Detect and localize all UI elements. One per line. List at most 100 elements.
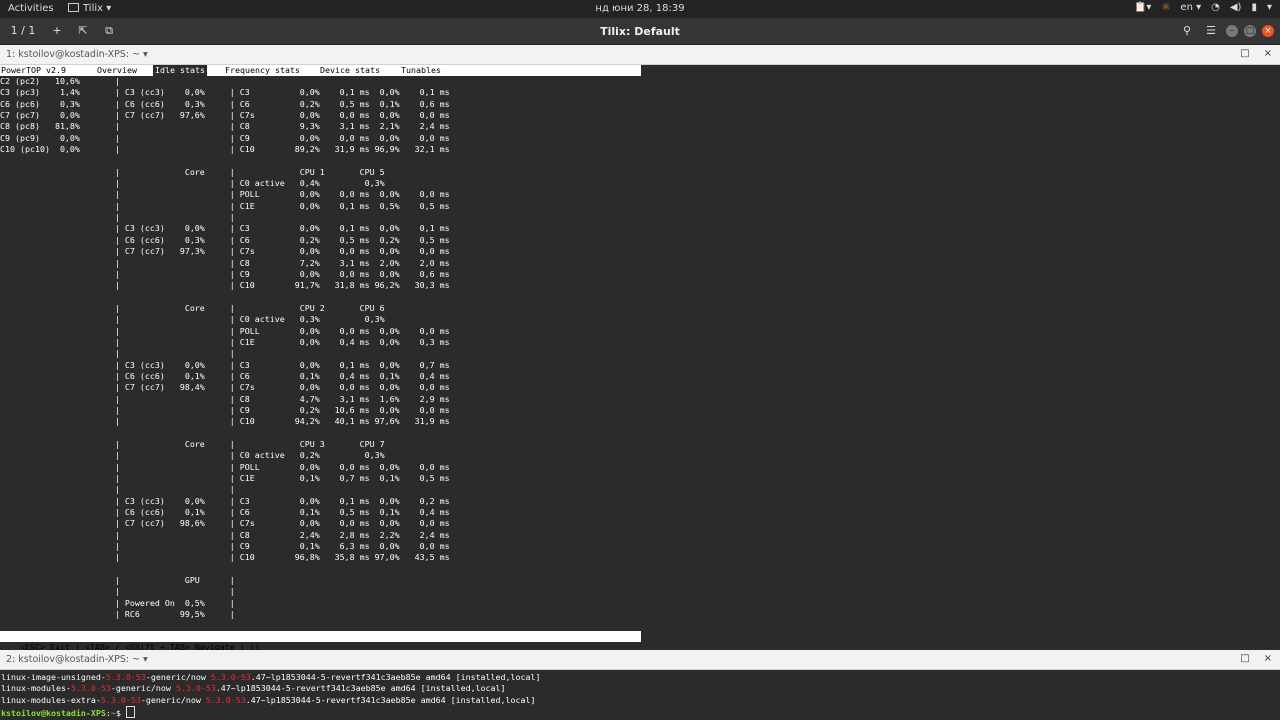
prompt-end: $ bbox=[115, 708, 126, 719]
idle-stats-line bbox=[0, 428, 450, 439]
idle-stats-line: | RC6 99,5% | bbox=[0, 609, 235, 620]
idle-stats-line: | | C8 2,4% 2,8 ms 2,2% 2,4 ms bbox=[0, 529, 450, 540]
version-highlight: 5.3.0-53 bbox=[100, 694, 141, 705]
idle-stats-line: C6 (pc6) 0,3% | C6 (cc6) 0,3% | C6 0,2% … bbox=[0, 98, 450, 109]
menu-tab-frequency-stats[interactable]: Frequency stats bbox=[225, 65, 300, 76]
idle-stats-line: | | C9 0,1% 6,3 ms 0,0% 0,0 ms bbox=[0, 541, 450, 552]
battery-icon[interactable]: ▮ bbox=[1251, 2, 1257, 13]
weather-indicator-icon[interactable]: ☼ bbox=[1161, 2, 1170, 13]
version-highlight: 5.3.0-53 bbox=[105, 672, 146, 682]
version-highlight: 5.3.0-53 bbox=[175, 683, 216, 694]
shell-prompt[interactable]: kstoilov@kostadin-XPS:~$ bbox=[1, 706, 541, 719]
terminal-1-pane[interactable]: PowerTOP v2.9 Overview Idle stats Freque… bbox=[0, 65, 1280, 652]
idle-stats-line: | | C0 active 0,2% 0,3% bbox=[0, 450, 385, 461]
package-text: -generic/now bbox=[140, 694, 206, 705]
idle-stats-line: | Core | CPU 3 CPU 7 bbox=[0, 439, 385, 449]
idle-stats-line: | | C1E 0,1% 0,7 ms 0,1% 0,5 ms bbox=[0, 473, 450, 484]
idle-stats-line: C9 (pc9) 0,0% | | C9 0,0% 0,0 ms 0,0% 0,… bbox=[0, 132, 450, 143]
package-text: .47~lp1853044-5-revertf341c3aeb85e amd64… bbox=[245, 694, 536, 705]
clock[interactable]: нд юни 28, 18:39 bbox=[0, 3, 1280, 14]
idle-stats-line: | | C1E 0,0% 0,4 ms 0,0% 0,3 ms bbox=[0, 336, 450, 347]
idle-stats-line: | | bbox=[0, 212, 235, 223]
terminal-cursor bbox=[125, 706, 135, 719]
idle-stats-line: C3 (pc3) 1,4% | C3 (cc3) 0,0% | C3 0,0% … bbox=[0, 87, 450, 98]
idle-stats-line: | | POLL 0,0% 0,0 ms 0,0% 0,0 ms bbox=[0, 461, 450, 472]
version-highlight: 5.3.0-53 bbox=[70, 683, 111, 694]
idle-stats-line: | GPU | bbox=[0, 575, 235, 586]
terminal-1-titlebar[interactable]: 1: kstoilov@kostadin-XPS: ~ ▾ □ × bbox=[0, 45, 1280, 65]
menu-tab-device-stats[interactable]: Device stats bbox=[320, 65, 380, 76]
idle-stats-line: C2 (pc2) 10,6% | bbox=[0, 76, 120, 86]
idle-stats-line: | | bbox=[0, 348, 235, 359]
idle-stats-line: | Core | CPU 1 CPU 5 bbox=[0, 166, 385, 177]
minimize-icon[interactable]: – bbox=[1226, 25, 1238, 37]
powertop-footer-bar: <ESC> Exit | <TAB> / <Shift + TAB> Navig… bbox=[0, 631, 641, 652]
package-text: linux-modules-extra- bbox=[1, 694, 101, 705]
idle-stats-line bbox=[0, 292, 450, 303]
idle-stats-line: | | POLL 0,0% 0,0 ms 0,0% 0,0 ms bbox=[0, 325, 450, 336]
menu-powertop-version: PowerTOP v2.9 bbox=[1, 65, 66, 75]
system-menu-icon[interactable]: ▾ bbox=[1267, 2, 1272, 13]
version-highlight: 5.3.0-53 bbox=[210, 672, 251, 682]
volume-icon[interactable]: ◀) bbox=[1230, 2, 1242, 13]
package-text: .47~lp1853044-5-revertf341c3aeb85e amd64… bbox=[215, 683, 506, 694]
idle-stats-table: C2 (pc2) 10,6% | C3 (pc3) 1,4% | C3 (cc3)… bbox=[0, 76, 450, 621]
idle-stats-line: | | C9 0,2% 10,6 ms 0,0% 0,0 ms bbox=[0, 404, 450, 415]
package-text: -generic/now bbox=[145, 672, 211, 682]
terminal-2-pane[interactable]: linux-image-unsigned-5.3.0-53-generic/no… bbox=[0, 670, 1280, 720]
package-text: linux-image-unsigned- bbox=[1, 672, 106, 682]
hamburger-menu-icon[interactable]: ☰ bbox=[1202, 22, 1220, 40]
idle-stats-line bbox=[0, 155, 450, 166]
wifi-icon[interactable]: ◔ bbox=[1211, 2, 1220, 13]
idle-stats-line: | C3 (cc3) 0,0% | C3 0,0% 0,1 ms 0,0% 0,… bbox=[0, 359, 450, 370]
idle-stats-line: | C7 (cc7) 98,6% | C7s 0,0% 0,0 ms 0,0% … bbox=[0, 518, 450, 529]
menu-tab-tunables[interactable]: Tunables bbox=[401, 65, 441, 76]
terminal-1-maximize-icon[interactable]: □ bbox=[1240, 48, 1249, 59]
terminal-1-close-icon[interactable]: × bbox=[1264, 48, 1272, 59]
package-text: linux-modules- bbox=[1, 683, 71, 694]
idle-stats-line: | | C10 94,2% 40,1 ms 97,6% 31,9 ms bbox=[0, 416, 450, 427]
package-line: linux-modules-extra-5.3.0-53-generic/now… bbox=[1, 695, 541, 706]
idle-stats-line: | C7 (cc7) 98,4% | C7s 0,0% 0,0 ms 0,0% … bbox=[0, 382, 450, 393]
idle-stats-line: | C3 (cc3) 0,0% | C3 0,0% 0,1 ms 0,0% 0,… bbox=[0, 495, 450, 506]
search-icon[interactable]: ⚲ bbox=[1178, 22, 1196, 40]
language-selector[interactable]: en ▾ bbox=[1180, 2, 1201, 13]
gnome-top-bar: Activities Tilix ▾ нд юни 28, 18:39 📋▾ ☼… bbox=[0, 0, 1280, 18]
idle-stats-line: | C6 (cc6) 0,1% | C6 0,1% 0,5 ms 0,1% 0,… bbox=[0, 507, 450, 518]
terminal-1-title[interactable]: 1: kstoilov@kostadin-XPS: ~ ▾ bbox=[6, 49, 148, 60]
terminal-2-close-icon[interactable]: × bbox=[1264, 653, 1272, 664]
window-title: Tilix: Default bbox=[600, 25, 680, 38]
idle-stats-line: | C6 (cc6) 0,3% | C6 0,2% 0,5 ms 0,2% 0,… bbox=[0, 234, 450, 245]
idle-stats-line: | | C1E 0,0% 0,1 ms 0,5% 0,5 ms bbox=[0, 200, 450, 211]
idle-stats-line: | | C0 active 0,3% 0,3% bbox=[0, 314, 385, 325]
idle-stats-line: | | C0 active 0,4% 0,3% bbox=[0, 178, 385, 189]
idle-stats-line: | C3 (cc3) 0,0% | C3 0,0% 0,1 ms 0,0% 0,… bbox=[0, 223, 450, 234]
package-line: linux-image-unsigned-5.3.0-53-generic/no… bbox=[1, 672, 541, 683]
idle-stats-line: | | C9 0,0% 0,0 ms 0,0% 0,6 ms bbox=[0, 268, 450, 279]
terminal-2-maximize-icon[interactable]: □ bbox=[1240, 653, 1249, 664]
close-icon[interactable]: × bbox=[1262, 25, 1274, 37]
package-text: -generic/now bbox=[110, 683, 176, 694]
idle-stats-line: | | C8 4,7% 3,1 ms 1,6% 2,9 ms bbox=[0, 393, 450, 404]
package-text: .47~lp1853044-5-revertf341c3aeb85e amd64… bbox=[250, 672, 541, 682]
terminal-2-title[interactable]: 2: kstoilov@kostadin-XPS: ~ ▾ bbox=[6, 654, 148, 665]
terminal-2-titlebar[interactable]: 2: kstoilov@kostadin-XPS: ~ ▾ □ × bbox=[0, 650, 1280, 670]
idle-stats-line: | C6 (cc6) 0,1% | C6 0,1% 0,4 ms 0,1% 0,… bbox=[0, 370, 450, 381]
menu-tab-overview[interactable]: Overview bbox=[97, 65, 137, 76]
idle-stats-line: | | C8 7,2% 3,1 ms 2,0% 2,0 ms bbox=[0, 257, 450, 268]
maximize-icon[interactable]: □ bbox=[1244, 25, 1256, 37]
idle-stats-line: C10 (pc10) 0,0% | | C10 89,2% 31,9 ms 96… bbox=[0, 144, 450, 155]
clipboard-icon[interactable]: 📋▾ bbox=[1134, 2, 1151, 13]
menu-tab-idle-stats[interactable]: Idle stats bbox=[153, 65, 207, 77]
idle-stats-line: | | C10 91,7% 31,8 ms 96,2% 30,3 ms bbox=[0, 280, 450, 291]
tilix-header-bar: 1 / 1 + ⇱ ⧉ Tilix: Default ⚲ ☰ – □ × bbox=[0, 18, 1280, 45]
idle-stats-line: | Core | CPU 2 CPU 6 bbox=[0, 302, 385, 313]
idle-stats-line: C8 (pc8) 81,8% | | C8 9,3% 3,1 ms 2,1% 2… bbox=[0, 121, 450, 132]
version-highlight: 5.3.0-53 bbox=[205, 694, 246, 705]
prompt-user: kstoilov@kostadin-XPS bbox=[1, 708, 106, 719]
idle-stats-line: | | C10 96,8% 35,8 ms 97,0% 43,5 ms bbox=[0, 552, 450, 563]
package-line: linux-modules-5.3.0-53-generic/now 5.3.0… bbox=[1, 683, 541, 694]
idle-stats-line: | | POLL 0,0% 0,0 ms 0,0% 0,0 ms bbox=[0, 189, 450, 200]
terminal-2-output: linux-image-unsigned-5.3.0-53-generic/no… bbox=[1, 672, 541, 719]
idle-stats-line: C7 (pc7) 0,0% | C7 (cc7) 97,6% | C7s 0,0… bbox=[0, 110, 450, 121]
